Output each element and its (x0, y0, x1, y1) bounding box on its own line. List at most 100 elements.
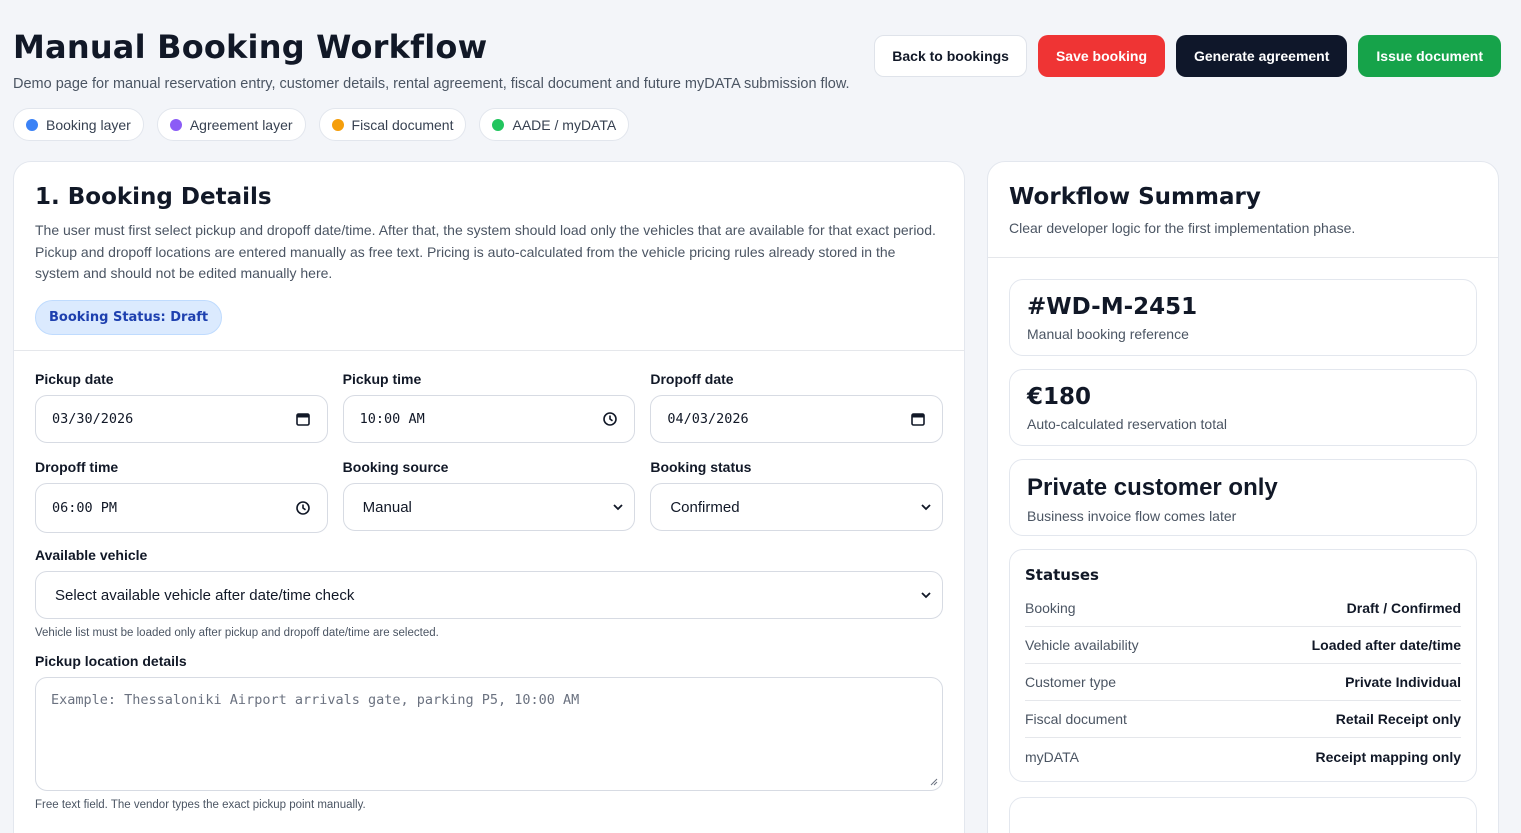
status-row: myDATA Receipt mapping only (1025, 738, 1461, 775)
pickup-time-value: 10:00 AM (359, 411, 425, 427)
legend-pill-booking: Booking layer (13, 108, 144, 141)
legend-label: Fiscal document (351, 116, 454, 133)
status-key: Vehicle availability (1025, 637, 1139, 653)
available-vehicle-select[interactable]: Select available vehicle after date/time… (35, 571, 943, 619)
dropoff-date-label: Dropoff date (650, 371, 734, 387)
booking-source-value: Manual (362, 498, 412, 516)
customer-type-label: Business invoice flow comes later (1027, 508, 1237, 524)
booking-status-label: Booking status (650, 459, 752, 475)
chevron-down-icon (921, 504, 931, 511)
booking-form: Pickup date 03/30/2026 Pickup time 10:00… (35, 371, 944, 811)
legend-pill-agreement: Agreement layer (156, 108, 306, 141)
pickup-location-textarea[interactable]: Example: Thessaloniki Airport arrivals g… (35, 677, 943, 791)
section-divider (988, 257, 1498, 258)
available-vehicle-value: Select available vehicle after date/time… (55, 586, 355, 604)
calendar-icon[interactable] (910, 411, 926, 427)
generate-agreement-button[interactable]: Generate agreement (1176, 35, 1348, 77)
resize-handle-icon[interactable] (928, 776, 938, 786)
next-summary-box (1009, 797, 1477, 833)
booking-details-card: 1. Booking Details The user must first s… (13, 161, 965, 833)
booking-source-select[interactable]: Manual (342, 483, 636, 531)
page-header: Manual Booking Workflow Demo page for ma… (13, 28, 850, 92)
dropoff-time-field: Dropoff time 06:00 PM (35, 459, 328, 533)
pickup-date-input[interactable]: 03/30/2026 (35, 395, 328, 443)
booking-status-badge: Booking Status: Draft (35, 299, 223, 335)
pickup-time-input[interactable]: 10:00 AM (342, 395, 636, 443)
workflow-summary-body: #WD-M-2451 Manual booking reference €180… (1009, 279, 1477, 833)
dropoff-date-value: 04/03/2026 (667, 411, 749, 427)
layer-legend: Booking layer Agreement layer Fiscal doc… (13, 108, 630, 141)
status-row: Customer type Private Individual (1025, 664, 1461, 701)
section-divider (14, 350, 964, 351)
legend-pill-fiscal: Fiscal document (318, 108, 467, 141)
clock-icon[interactable] (295, 500, 311, 516)
dropoff-date-input[interactable]: 04/03/2026 (650, 395, 944, 443)
status-value: Draft / Confirmed (1346, 600, 1461, 616)
booking-status-select[interactable]: Confirmed (650, 483, 944, 531)
agreement-layer-dot-icon (169, 118, 182, 131)
dropoff-time-input[interactable]: 06:00 PM (35, 483, 328, 533)
calendar-icon[interactable] (295, 411, 311, 427)
customer-type-box: Private customer only Business invoice f… (1009, 459, 1477, 536)
workflow-summary-header: Workflow Summary Clear developer logic f… (988, 162, 1498, 258)
page-title: Manual Booking Workflow (13, 28, 488, 66)
reservation-total-label: Auto-calculated reservation total (1027, 416, 1227, 432)
fiscal-document-dot-icon (331, 118, 344, 131)
pickup-date-label: Pickup date (35, 371, 114, 387)
reservation-total-value: €180 (1027, 384, 1092, 410)
reservation-total-box: €180 Auto-calculated reservation total (1009, 369, 1477, 446)
status-key: Customer type (1025, 674, 1117, 690)
dropoff-time-label: Dropoff time (35, 459, 119, 475)
available-vehicle-label: Available vehicle (35, 547, 148, 563)
status-value: Private Individual (1345, 674, 1461, 690)
status-row: Fiscal document Retail Receipt only (1025, 701, 1461, 738)
pickup-location-label: Pickup location details (35, 653, 187, 669)
save-booking-button[interactable]: Save booking (1037, 35, 1165, 77)
available-vehicle-field: Available vehicle Select available vehic… (35, 547, 943, 639)
booking-details-title: 1. Booking Details (35, 184, 272, 210)
status-key: myDATA (1025, 748, 1079, 765)
statuses-title: Statuses (1025, 566, 1099, 584)
dropoff-date-field: Dropoff date 04/03/2026 (650, 371, 944, 443)
pickup-date-value: 03/30/2026 (52, 411, 134, 427)
chevron-down-icon (613, 504, 623, 511)
booking-layer-dot-icon (26, 118, 38, 131)
customer-type-value: Private customer only (1027, 474, 1278, 501)
booking-status-value: Confirmed (670, 498, 740, 516)
legend-pill-mydata: AADE / myDATA (479, 108, 630, 141)
pickup-location-placeholder: Example: Thessaloniki Airport arrivals g… (51, 692, 580, 708)
booking-source-field: Booking source Manual (342, 459, 636, 533)
clock-icon[interactable] (602, 411, 618, 427)
booking-status-field: Booking status Confirmed (650, 459, 944, 533)
status-row: Booking Draft / Confirmed (1025, 590, 1461, 627)
pickup-location-hint: Free text field. The vendor types the ex… (35, 799, 366, 811)
statuses-box: Statuses Booking Draft / Confirmed Vehic… (1009, 549, 1477, 782)
status-key: Booking (1025, 600, 1076, 616)
page: Manual Booking Workflow Demo page for ma… (0, 0, 1521, 833)
status-value: Loaded after date/time (1311, 637, 1461, 653)
booking-reference-label: Manual booking reference (1027, 326, 1189, 342)
workflow-summary-title: Workflow Summary (1009, 184, 1261, 210)
pickup-time-label: Pickup time (342, 371, 422, 387)
header-actions: Back to bookings Save booking Generate a… (874, 35, 1501, 77)
booking-source-label: Booking source (342, 459, 449, 475)
available-vehicle-hint: Vehicle list must be loaded only after p… (35, 627, 439, 639)
mydata-dot-icon (492, 118, 505, 131)
pickup-date-field: Pickup date 03/30/2026 (35, 371, 328, 443)
pickup-location-field: Pickup location details Example: Thessal… (35, 653, 943, 811)
booking-reference-box: #WD-M-2451 Manual booking reference (1009, 279, 1477, 356)
workflow-summary-card: Workflow Summary Clear developer logic f… (987, 161, 1499, 833)
status-key: Fiscal document (1025, 711, 1127, 727)
page-subtitle: Demo page for manual reservation entry, … (13, 76, 850, 92)
status-row: Vehicle availability Loaded after date/t… (1025, 627, 1461, 664)
legend-label: Agreement layer (189, 116, 293, 133)
legend-label: Booking layer (46, 116, 131, 133)
back-to-bookings-button[interactable]: Back to bookings (874, 35, 1027, 77)
pickup-time-field: Pickup time 10:00 AM (342, 371, 636, 443)
issue-document-button[interactable]: Issue document (1358, 35, 1501, 77)
legend-label: AADE / myDATA (512, 116, 617, 133)
booking-reference-value: #WD-M-2451 (1027, 294, 1198, 320)
status-value: Receipt mapping only (1315, 748, 1461, 765)
status-value: Retail Receipt only (1335, 711, 1461, 727)
booking-details-description: The user must first select pickup and dr… (35, 222, 936, 281)
